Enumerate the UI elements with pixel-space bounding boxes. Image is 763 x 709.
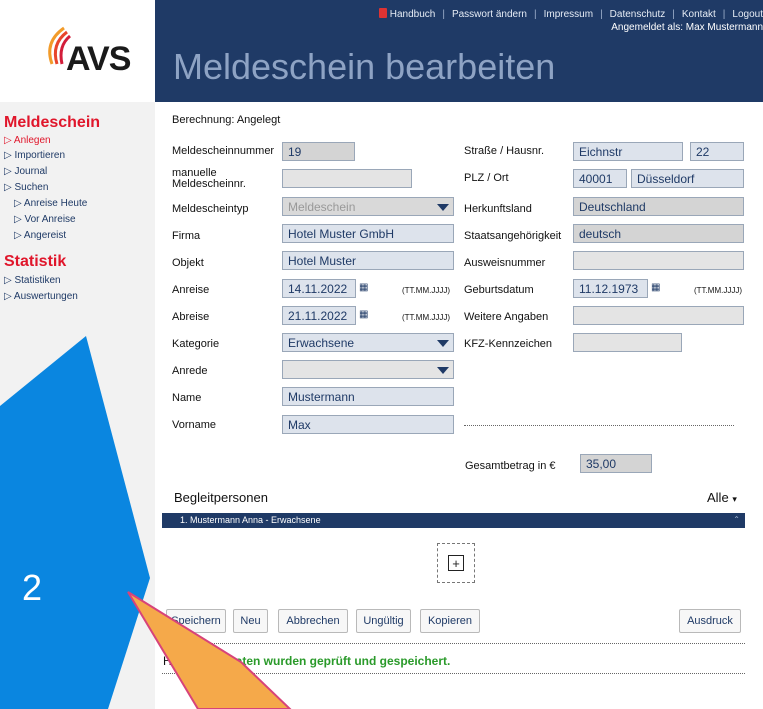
annotation-callout-shape xyxy=(0,336,150,709)
annotation-pointer-arrow xyxy=(127,591,292,709)
annotation-number: 2 xyxy=(22,567,43,608)
annotation-overlay xyxy=(0,336,292,709)
